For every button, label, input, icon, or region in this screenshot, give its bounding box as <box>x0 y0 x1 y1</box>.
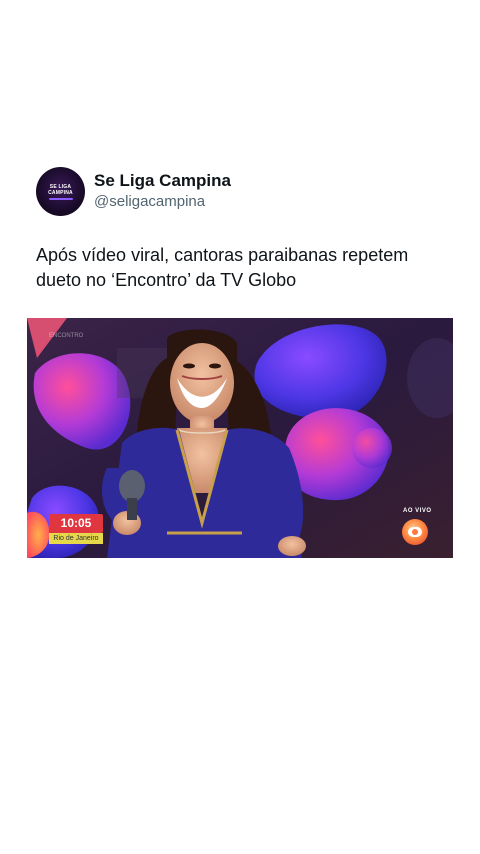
account-handle[interactable]: @seligacampina <box>94 192 231 212</box>
avatar[interactable]: SE LIGA CAMPINA <box>36 167 85 216</box>
video-watermark: ENCONTRO <box>49 333 84 339</box>
date-badge: Rio de Janeiro <box>49 533 103 544</box>
post-header: SE LIGA CAMPINA Se Liga Campina @seligac… <box>36 167 231 216</box>
clock-badge: 10:05 <box>49 514 103 533</box>
post-text: Após vídeo viral, cantoras paraibanas re… <box>36 245 409 290</box>
globo-logo-inner <box>408 527 422 537</box>
account-names: Se Liga Campina @seligacampina <box>94 171 231 212</box>
avatar-underline <box>48 197 73 200</box>
display-name[interactable]: Se Liga Campina <box>94 171 231 191</box>
globo-logo-core <box>412 529 418 535</box>
avatar-text-line2: CAMPINA <box>48 189 73 196</box>
post-video[interactable]: ENCONTRO 10:05 Rio de Janeiro AO VIVO <box>27 318 453 558</box>
live-label: AO VIVO <box>403 508 432 514</box>
globo-logo-icon <box>402 519 428 545</box>
